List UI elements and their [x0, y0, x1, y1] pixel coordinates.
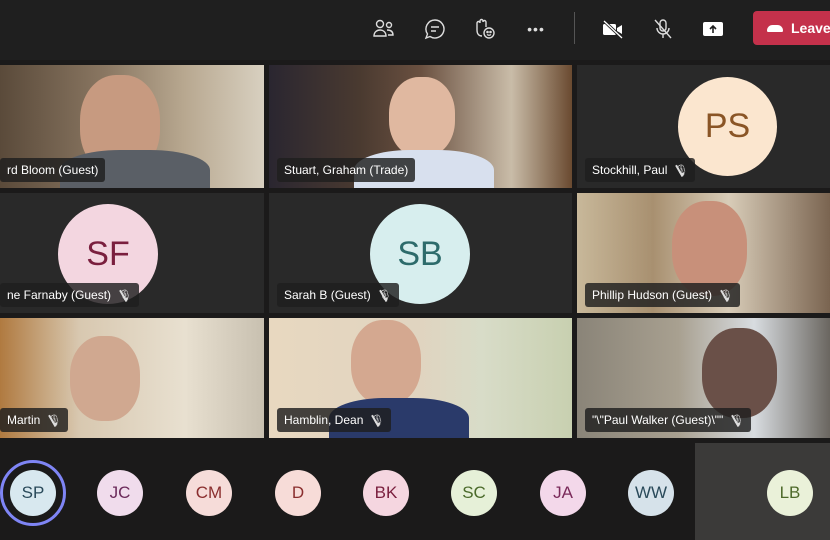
- hang-up-icon: [767, 24, 783, 32]
- name-label: Hamblin, Dean 🎙: [277, 408, 392, 432]
- participant-video: [702, 328, 777, 418]
- name-label: "\"Paul Walker (Guest)\"" 🎙: [585, 408, 752, 432]
- name-label: rd Bloom (Guest): [0, 158, 106, 182]
- video-tile[interactable]: rd Bloom (Guest): [0, 65, 264, 188]
- video-tile[interactable]: "\"Paul Walker (Guest)\"" 🎙: [577, 318, 830, 438]
- name-label: Stuart, Graham (Trade): [277, 158, 416, 182]
- mic-off-icon: 🎙: [370, 414, 385, 427]
- name-label: Sarah B (Guest) 🎙: [277, 283, 399, 307]
- avatar-tile[interactable]: PS Stockhill, Paul 🎙: [577, 65, 830, 188]
- video-tile[interactable]: Hamblin, Dean 🎙: [269, 318, 572, 438]
- avatar-d[interactable]: D: [275, 470, 321, 516]
- participant-video: [389, 77, 455, 157]
- participant-video: [70, 336, 140, 421]
- avatar-sc[interactable]: SC: [451, 470, 497, 516]
- mic-off-icon: 🎙: [730, 414, 745, 427]
- participant-video: [672, 201, 747, 296]
- mic-off-icon: 🎙: [47, 414, 62, 427]
- avatar-tile[interactable]: SB Sarah B (Guest) 🎙: [269, 193, 572, 313]
- people-icon[interactable]: [369, 14, 399, 44]
- mic-off-icon: 🎙: [719, 289, 734, 302]
- avatar-bk[interactable]: BK: [363, 470, 409, 516]
- participant-name: Hamblin, Dean: [284, 413, 364, 427]
- participant-name: rd Bloom (Guest): [7, 163, 99, 177]
- camera-off-icon[interactable]: [598, 14, 628, 44]
- participant-name: Stuart, Graham (Trade): [284, 163, 409, 177]
- raise-hand-icon[interactable]: [470, 14, 500, 44]
- mic-off-icon[interactable]: [648, 14, 678, 44]
- avatar-ja[interactable]: JA: [540, 470, 586, 516]
- mic-off-icon: 🎙: [377, 289, 392, 302]
- toolbar-divider: [574, 12, 575, 44]
- mic-off-icon: 🎙: [118, 289, 133, 302]
- meeting-toolbar: ••• Leave: [0, 0, 830, 60]
- video-tile[interactable]: Phillip Hudson (Guest) 🎙: [577, 193, 830, 313]
- avatar-lb[interactable]: LB: [767, 470, 813, 516]
- video-tile[interactable]: Stuart, Graham (Trade): [269, 65, 572, 188]
- name-label: ne Farnaby (Guest) 🎙: [0, 283, 140, 307]
- leave-label: Leave: [791, 20, 830, 36]
- avatar-ww[interactable]: WW: [628, 470, 674, 516]
- avatar-tile[interactable]: SF ne Farnaby (Guest) 🎙: [0, 193, 264, 313]
- share-icon[interactable]: [698, 14, 728, 44]
- participant-name: Sarah B (Guest): [284, 288, 371, 302]
- chat-icon[interactable]: [420, 14, 450, 44]
- avatar-sp[interactable]: SP: [10, 470, 56, 516]
- more-options-button[interactable]: •••: [521, 14, 551, 44]
- avatar-jc[interactable]: JC: [97, 470, 143, 516]
- leave-button[interactable]: Leave: [753, 11, 830, 45]
- name-label: Martin 🎙: [0, 408, 69, 432]
- participant-video: [351, 320, 421, 405]
- participant-name: ne Farnaby (Guest): [7, 288, 112, 302]
- mic-off-icon: 🎙: [674, 164, 689, 177]
- participant-name: Martin: [7, 413, 41, 427]
- participant-name: Stockhill, Paul: [592, 163, 668, 177]
- name-label: Stockhill, Paul 🎙: [585, 158, 696, 182]
- avatar-cm[interactable]: CM: [186, 470, 232, 516]
- participant-name: "\"Paul Walker (Guest)\"": [592, 413, 724, 427]
- video-tile[interactable]: Martin 🎙: [0, 318, 264, 438]
- name-label: Phillip Hudson (Guest) 🎙: [585, 283, 741, 307]
- participant-name: Phillip Hudson (Guest): [592, 288, 713, 302]
